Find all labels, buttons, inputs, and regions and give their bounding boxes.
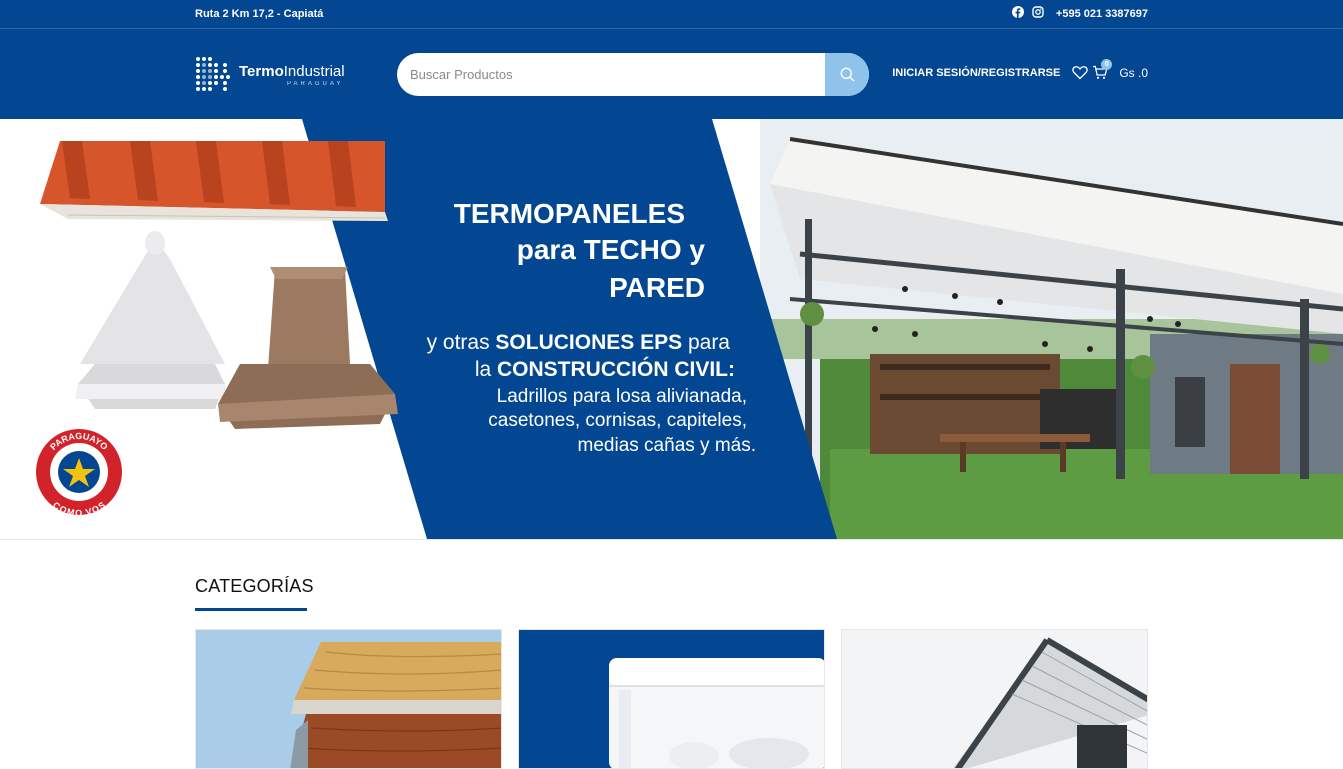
top-bar: Ruta 2 Km 17,2 - Capiatá +595 021 338769… (0, 0, 1343, 29)
categories-title: CATEGORÍAS (195, 576, 314, 596)
cart-button[interactable]: 0 (1092, 59, 1113, 80)
section-divider (0, 539, 1343, 540)
category-card-eps[interactable] (518, 629, 825, 769)
banner-subline-3: Ladrillos para losa alivianada, (496, 386, 747, 407)
category-card-panels[interactable] (195, 629, 502, 769)
banner-headline-3: PARED (609, 272, 705, 303)
banner-headline-1: TERMOPANELES (453, 198, 685, 229)
search-bar (397, 53, 869, 96)
cart-count-badge: 0 (1101, 59, 1113, 70)
hero-banner[interactable]: TERMOPANELES para TECHO y PARED y otras … (0, 119, 1343, 539)
category-image-eps (519, 630, 824, 768)
logo-dots-icon (196, 57, 230, 91)
search-icon (840, 67, 854, 82)
facebook-icon[interactable] (1011, 6, 1024, 21)
categories-title-underline (195, 608, 307, 611)
store-address: Ruta 2 Km 17,2 - Capiatá (195, 8, 324, 20)
badge-bottom-text: COMO VOS (51, 500, 107, 515)
banner-subline-2: la CONSTRUCCIÓN CIVIL: (474, 358, 735, 381)
banner-subline-4: casetones, cornisas, capiteles, (488, 410, 747, 431)
cart-total[interactable]: Gs .0 (1119, 66, 1148, 80)
instagram-icon[interactable] (1032, 6, 1044, 21)
category-image-roofs (842, 630, 1147, 768)
phone-number[interactable]: +595 021 3387697 (1056, 8, 1148, 20)
login-register-link[interactable]: INICIAR SESIÓN/REGISTRARSE (892, 67, 1060, 79)
banner-subline-1: y otras SOLUCIONES EPS para (426, 331, 730, 354)
main-header: TermoIndustrial PARAGUAY INICIAR SESIÓN/… (0, 29, 1343, 119)
logo-subtitle: PARAGUAY (287, 80, 344, 87)
paraguayo-badge: PARAGUAYO COMO VOS (48, 431, 110, 515)
banner-subline-5: medias cañas y más. (577, 435, 756, 456)
heart-icon (1072, 66, 1089, 80)
logo-name-bold: Termo (239, 62, 284, 80)
svg-text:PARAGUAYO: PARAGUAYO (48, 431, 110, 452)
category-image-panels (196, 630, 501, 768)
badge-top-text: PARAGUAYO (48, 431, 110, 452)
search-button[interactable] (825, 53, 869, 96)
banner-headline-2: para TECHO y (516, 234, 705, 265)
hero-illustration (36, 119, 1343, 539)
svg-text:COMO VOS: COMO VOS (51, 500, 107, 515)
wishlist-button[interactable] (1072, 65, 1089, 80)
category-card-roofs[interactable] (841, 629, 1148, 769)
logo-name-rest: Industrial (283, 62, 345, 80)
site-logo[interactable]: TermoIndustrial PARAGUAY (195, 54, 365, 96)
search-input[interactable] (397, 53, 825, 96)
social-links: +595 021 3387697 (1011, 6, 1148, 21)
